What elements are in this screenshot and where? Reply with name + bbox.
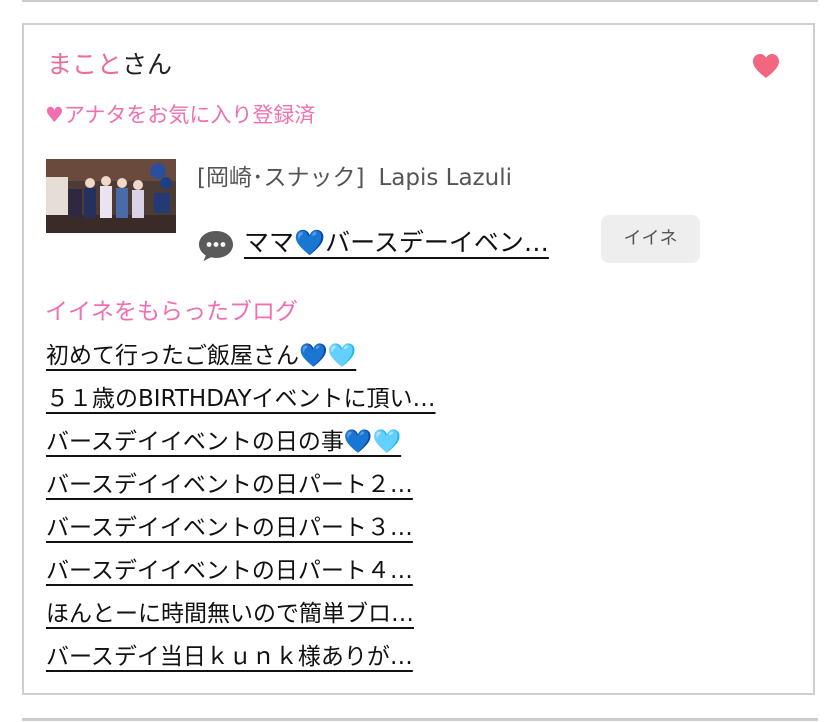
shop-info: [岡崎･スナック] Lapis Lazuli — [197, 161, 512, 195]
latest-post-link[interactable]: ママ💙バースデーイベン… — [244, 225, 549, 261]
speech-bubble-icon — [199, 231, 233, 261]
shop-category: [岡崎･スナック] — [197, 165, 365, 191]
shop-thumbnail[interactable] — [46, 159, 176, 233]
favorite-status: ♥アナタをお気に入り登録済 — [45, 103, 316, 127]
blog-link[interactable]: 初めて行ったご飯屋さん💙🩵 — [46, 343, 356, 369]
user-card: まことさん ♥アナタをお気に入り登録済 [岡崎･スナック] Lapis Lazul… — [22, 23, 815, 695]
list-item: 初めて行ったご飯屋さん💙🩵 — [46, 335, 436, 378]
list-item: バースデイイベントの日パート２… — [46, 464, 436, 507]
list-item: ５１歳のBIRTHDAYイベントに頂い… — [46, 378, 436, 421]
list-item: バースデイイベントの日パート４… — [46, 550, 436, 593]
list-item: バースデイイベントの日パート３… — [46, 507, 436, 550]
blog-link[interactable]: ５１歳のBIRTHDAYイベントに頂い… — [46, 386, 436, 412]
list-item: バースデイ当日ｋｕｎｋ様ありが… — [46, 636, 436, 679]
photo-thumbnail-image — [46, 159, 176, 233]
user-honorific: さん — [122, 50, 173, 79]
blog-link[interactable]: バースデイ当日ｋｕｎｋ様ありが… — [46, 644, 413, 670]
top-divider — [22, 0, 818, 2]
heart-icon[interactable] — [752, 53, 780, 79]
blog-link[interactable]: バースデイイベントの日パート４… — [46, 558, 413, 584]
user-line: まことさん — [47, 47, 172, 83]
bottom-divider — [22, 718, 818, 721]
liked-blogs-list: 初めて行ったご飯屋さん💙🩵 ５１歳のBIRTHDAYイベントに頂い… バースデイ… — [46, 335, 436, 679]
blog-link[interactable]: バースデイイベントの日パート３… — [46, 515, 413, 541]
shop-name[interactable]: Lapis Lazuli — [378, 165, 512, 191]
blog-link[interactable]: バースデイイベントの日パート２… — [46, 472, 413, 498]
list-item: バースデイイベントの日の事💙🩵 — [46, 421, 436, 464]
blog-link[interactable]: バースデイイベントの日の事💙🩵 — [46, 429, 401, 455]
like-button[interactable]: イイネ — [601, 215, 700, 263]
user-name-link[interactable]: まこと — [47, 50, 122, 79]
list-item: ほんとーに時間無いので簡単ブロ… — [46, 593, 436, 636]
liked-blogs-title: イイネをもらったブログ — [45, 299, 298, 325]
blog-link[interactable]: ほんとーに時間無いので簡単ブロ… — [46, 601, 414, 627]
